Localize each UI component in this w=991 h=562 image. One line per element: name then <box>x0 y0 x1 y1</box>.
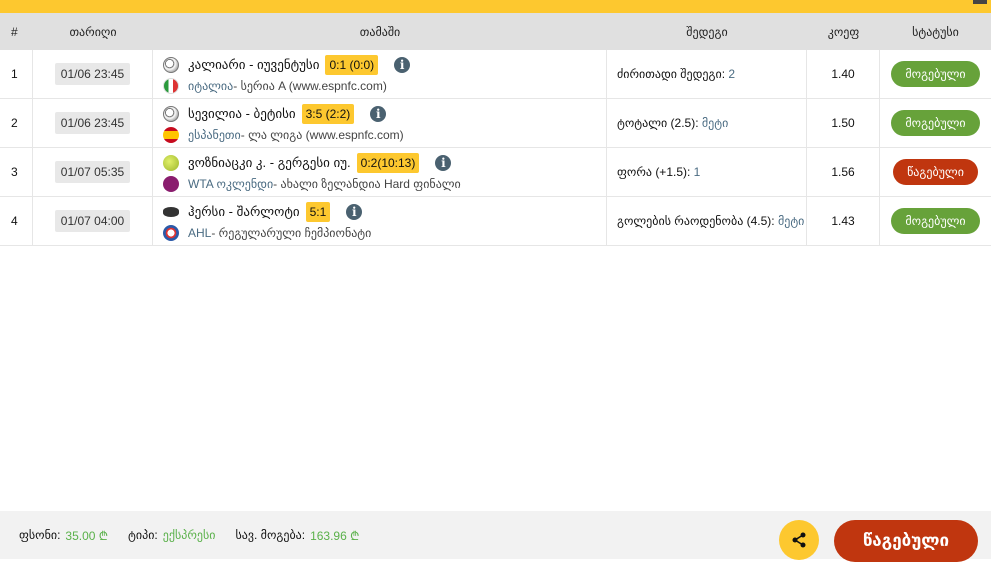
match-date: 01/07 05:35 <box>54 161 131 183</box>
type-label: ტიპი: <box>128 528 158 542</box>
market-name: ფორა (+1.5): <box>617 165 694 179</box>
market-pick: 2 <box>728 67 736 81</box>
table-row: 1 01/06 23:45 კალიარი - იუვენტუსი 0:1 (0:… <box>0 50 991 99</box>
coefficient: 1.50 <box>807 99 880 147</box>
table-header: # თარიღი თამაში შედეგი კოეფ სტატუსი <box>0 13 991 50</box>
italy-flag-icon <box>163 77 179 94</box>
match-teams: ვოზნიაცკი კ. - გერგესი იუ. <box>188 154 351 170</box>
game-cell: ჰერსი - შარლოტი 5:1 i AHL - რეგულარული ჩემ… <box>153 197 607 245</box>
share-button[interactable] <box>779 520 819 560</box>
match-date: 01/06 23:45 <box>54 112 131 134</box>
row-number: 4 <box>0 197 33 245</box>
coefficient: 1.56 <box>807 148 880 196</box>
game-cell: სევილია - ბეტისი 3:5 (2:2) i ესპანეთი - ლა… <box>153 99 607 147</box>
tennis-ball-icon <box>163 154 179 171</box>
match-score: 0:2(10:13) <box>356 152 420 173</box>
game-cell: ვოზნიაცკი კ. - გერგესი იუ. 0:2(10:13) i WT… <box>153 148 607 196</box>
top-bar <box>0 0 991 13</box>
potential-win-value: 163.96 ₾ <box>310 528 360 543</box>
bet-result-button[interactable]: წაგებული <box>834 520 978 562</box>
league-name: - სერია A (www.espnfc.com) <box>233 78 387 93</box>
potential-win-label: სავ. მოგება: <box>235 528 306 542</box>
spain-flag-icon <box>163 126 179 143</box>
market-pick: მეტი <box>701 116 729 130</box>
ahl-logo-icon <box>163 224 179 241</box>
status-cell: მოგებული <box>880 99 991 147</box>
table-row: 3 01/07 05:35 ვოზნიაცკი კ. - გერგესი იუ.… <box>0 148 991 197</box>
status-badge: მოგებული <box>891 61 980 87</box>
match-teams: ჰერსი - შარლოტი <box>188 203 300 219</box>
result-cell: ძირითადი შედეგი: 2 <box>607 50 807 98</box>
league-country-link[interactable]: ესპანეთი <box>188 128 241 142</box>
result-cell: ფორა (+1.5): 1 <box>607 148 807 196</box>
status-cell: წაგებული <box>880 148 991 196</box>
bets-table: # თარიღი თამაში შედეგი კოეფ სტატუსი 1 01… <box>0 13 991 246</box>
row-number: 3 <box>0 148 33 196</box>
match-score: 5:1 <box>305 201 331 222</box>
header-num: # <box>11 24 18 39</box>
date-cell: 01/06 23:45 <box>33 99 153 147</box>
wta-logo-icon <box>163 175 179 192</box>
match-date: 01/06 23:45 <box>54 63 131 85</box>
match-teams: კალიარი - იუვენტუსი <box>188 56 320 72</box>
league-name: - ახალი ზელანდია Hard ფინალი <box>273 176 461 191</box>
header-date: თარიღი <box>69 24 117 39</box>
soccer-ball-icon <box>163 105 179 122</box>
stake-label: ფსონი: <box>19 528 61 542</box>
market-name: გოლების რაოდენობა (4.5): <box>617 214 778 228</box>
league-name: - ლა ლიგა (www.espnfc.com) <box>240 127 404 142</box>
menu-icon[interactable] <box>973 0 987 4</box>
status-badge: მოგებული <box>891 110 980 136</box>
header-coef: კოეფ <box>827 24 860 39</box>
match-date: 01/07 04:00 <box>54 210 131 232</box>
table-row: 4 01/07 04:00 ჰერსი - შარლოტი 5:1 i AHL - … <box>0 197 991 246</box>
coefficient: 1.43 <box>807 197 880 245</box>
table-row: 2 01/06 23:45 სევილია - ბეტისი 3:5 (2:2) i… <box>0 99 991 148</box>
row-number: 1 <box>0 50 33 98</box>
share-icon <box>792 532 806 548</box>
stake-value: 35.00 ₾ <box>65 528 109 543</box>
league-country-link[interactable]: იტალია <box>188 79 233 93</box>
type-value: ექსპრესი <box>162 528 216 542</box>
league-country-link[interactable]: AHL <box>188 226 211 240</box>
row-number: 2 <box>0 99 33 147</box>
result-cell: ტოტალი (2.5): მეტი <box>607 99 807 147</box>
info-icon[interactable]: i <box>346 203 363 220</box>
header-status: სტატუსი <box>912 24 959 39</box>
market-name: ძირითადი შედეგი: <box>617 67 729 81</box>
date-cell: 01/07 05:35 <box>33 148 153 196</box>
date-cell: 01/07 04:00 <box>33 197 153 245</box>
match-teams: სევილია - ბეტისი <box>188 105 296 121</box>
status-cell: მოგებული <box>880 197 991 245</box>
info-icon[interactable]: i <box>435 154 452 171</box>
header-result: შედეგი <box>686 24 728 39</box>
soccer-ball-icon <box>163 56 179 73</box>
league-country-link[interactable]: WTA ოკლენდი <box>188 177 273 191</box>
league-name: - რეგულარული ჩემპიონატი <box>211 225 372 240</box>
market-pick: მეტი <box>777 214 805 228</box>
info-icon[interactable]: i <box>370 105 387 122</box>
match-score: 3:5 (2:2) <box>301 103 355 124</box>
result-cell: გოლების რაოდენობა (4.5): მეტი <box>607 197 807 245</box>
coefficient: 1.40 <box>807 50 880 98</box>
header-game: თამაში <box>359 24 401 39</box>
match-score: 0:1 (0:0) <box>325 54 379 75</box>
status-cell: მოგებული <box>880 50 991 98</box>
date-cell: 01/06 23:45 <box>33 50 153 98</box>
info-icon[interactable]: i <box>394 56 411 73</box>
game-cell: კალიარი - იუვენტუსი 0:1 (0:0) i იტალია - ს… <box>153 50 607 98</box>
status-badge: მოგებული <box>891 208 980 234</box>
hockey-puck-icon <box>163 206 179 217</box>
market-name: ტოტალი (2.5): <box>617 116 702 130</box>
status-badge: წაგებული <box>893 159 978 185</box>
market-pick: 1 <box>693 165 701 179</box>
